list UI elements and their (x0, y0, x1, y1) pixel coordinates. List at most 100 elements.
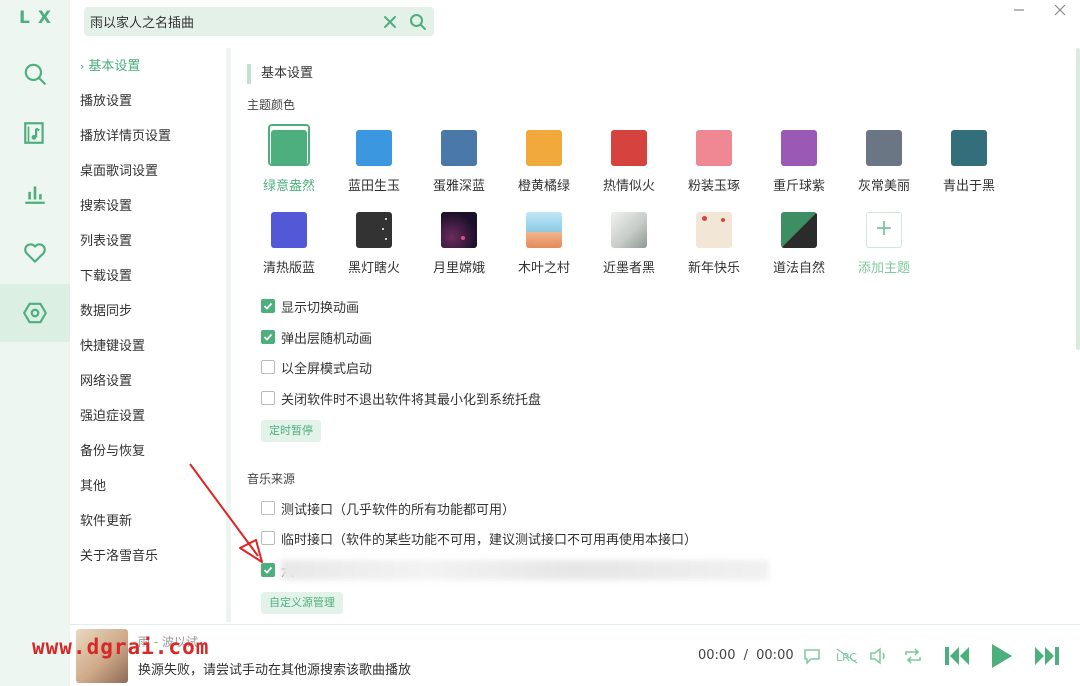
theme-name: 蓝田生玉 (347, 179, 400, 194)
skip-previous-icon (945, 647, 969, 665)
volume-button[interactable] (868, 646, 890, 666)
theme-name: 添加主题 (857, 261, 910, 276)
theme-grey[interactable]: 灰常美丽 (849, 130, 919, 194)
blurred-source-name (281, 560, 769, 580)
checkbox-checked[interactable] (261, 330, 275, 344)
checkbox[interactable] (261, 391, 275, 405)
total-time: 00:00 (756, 648, 794, 663)
close-icon[interactable] (1052, 2, 1068, 18)
nav-item-search[interactable]: 搜索设置 (80, 197, 132, 217)
minimize-icon[interactable] (1011, 2, 1027, 18)
theme-swatch (781, 130, 817, 166)
theme-swatch (611, 212, 647, 248)
theme-swatch (356, 212, 392, 248)
theme-purple[interactable]: 重斤球紫 (764, 130, 834, 194)
theme-moon[interactable]: 月里嫦娥 (424, 212, 494, 276)
theme-name: 月里嫦娥 (432, 261, 485, 276)
check-icon (263, 333, 273, 341)
lyric-button[interactable]: LRC (835, 647, 859, 665)
theme-red[interactable]: 热情似火 (594, 130, 664, 194)
nav-item-download[interactable]: 下载设置 (80, 267, 132, 287)
theme-dark[interactable]: 黑灯瞎火 (339, 212, 409, 276)
theme-swatch (866, 130, 902, 166)
option-fullscreen-start[interactable]: 以全屏模式启动 (261, 358, 372, 377)
theme-color-label: 主题颜色 (247, 98, 296, 112)
search-nav-button[interactable] (0, 45, 70, 103)
play-button[interactable] (987, 641, 1015, 671)
previous-button[interactable] (942, 643, 972, 669)
nav-item-other[interactable]: 其他 (80, 477, 106, 497)
chevron-right-icon: › (80, 60, 85, 73)
theme-swatch (441, 130, 477, 166)
song-list-nav-button[interactable] (0, 104, 70, 162)
theme-ink[interactable]: 近墨者黑 (594, 212, 664, 276)
next-button[interactable] (1032, 643, 1062, 669)
section-title: 基本设置 (247, 64, 313, 84)
source-temp-api[interactable]: 临时接口（软件的某些功能不可用，建议测试接口不可用再使用本接口） (261, 529, 698, 548)
theme-name: 橙黄橘绿 (517, 179, 570, 194)
source-label: 临时接口（软件的某些功能不可用，建议测试接口不可用再使用本接口） (281, 532, 698, 548)
nav-item-update[interactable]: 软件更新 (80, 512, 132, 532)
theme-new-year[interactable]: 新年快乐 (679, 212, 749, 276)
theme-deep-blue[interactable]: 蛋雅深蓝 (424, 130, 494, 194)
play-icon (992, 644, 1012, 668)
theme-swatch (611, 130, 647, 166)
theme-name: 近墨者黑 (602, 261, 655, 276)
add-theme-button[interactable]: + 添加主题 (849, 212, 919, 276)
favorites-nav-button[interactable] (0, 224, 70, 282)
player-status: 换源失败，请尝试手动在其他源搜索该歌曲播放 (138, 663, 412, 678)
search-icon[interactable] (408, 12, 428, 32)
nav-item-basic[interactable]: › 基本设置 (80, 57, 140, 77)
leaderboard-nav-button[interactable] (0, 164, 70, 222)
option-popup-animation[interactable]: 弹出层随机动画 (261, 328, 373, 347)
settings-nav-button[interactable] (0, 284, 70, 342)
icon-rail: LX (0, 0, 70, 686)
theme-pink[interactable]: 粉装玉琢 (679, 130, 749, 194)
nav-item-hotkey[interactable]: 快捷键设置 (80, 337, 145, 357)
theme-blue[interactable]: 蓝田生玉 (339, 130, 409, 194)
scrollbar[interactable] (1076, 48, 1080, 350)
theme-indigo[interactable]: 清热版蓝 (254, 212, 324, 276)
checkbox[interactable] (261, 360, 275, 374)
theme-name: 重斤球紫 (772, 179, 825, 194)
nav-item-odc[interactable]: 强迫症设置 (80, 407, 145, 427)
settings-content: 基本设置 主题颜色 绿意盎然 蓝田生玉 蛋雅深蓝 橙黄橘绿 热情似火 粉装玉琢 … (231, 48, 1080, 623)
svg-text:LRC: LRC (836, 651, 857, 664)
repeat-button[interactable] (902, 646, 924, 666)
option-minimize-to-tray[interactable]: 关闭软件时不退出软件将其最小化到系统托盘 (261, 389, 541, 408)
theme-name: 绿意盎然 (262, 179, 315, 194)
nav-item-backup[interactable]: 备份与恢复 (80, 442, 145, 462)
nav-item-desktop-lyric[interactable]: 桌面歌词设置 (80, 162, 158, 182)
option-switch-animation[interactable]: 显示切换动画 (261, 297, 359, 316)
theme-swatch (696, 130, 732, 166)
theme-nature[interactable]: 道法自然 (764, 212, 834, 276)
theme-name: 木叶之村 (517, 261, 570, 276)
theme-orange[interactable]: 橙黄橘绿 (509, 130, 579, 194)
option-label: 弹出层随机动画 (281, 331, 373, 347)
theme-swatch (271, 130, 307, 166)
clear-icon[interactable] (381, 13, 399, 31)
source-test-api[interactable]: 测试接口（几乎软件的所有功能都可用） (261, 499, 515, 518)
theme-swatch (951, 130, 987, 166)
check-icon (263, 302, 273, 310)
theme-swatch (441, 212, 477, 248)
nav-item-sync[interactable]: 数据同步 (80, 302, 132, 322)
comment-button[interactable] (802, 646, 822, 666)
search-icon (24, 63, 46, 85)
theme-konoha[interactable]: 木叶之村 (509, 212, 579, 276)
watermark: www.dgrai.com (32, 635, 210, 659)
nav-item-about[interactable]: 关于洛雪音乐 (80, 547, 158, 567)
timer-pause-button[interactable]: 定时暂停 (261, 420, 321, 442)
custom-source-button[interactable]: 自定义源管理 (261, 592, 343, 614)
nav-item-play-detail[interactable]: 播放详情页设置 (80, 127, 171, 147)
checkbox-checked[interactable] (261, 299, 275, 313)
theme-green[interactable]: 绿意盎然 (254, 124, 324, 194)
nav-item-list[interactable]: 列表设置 (80, 232, 132, 252)
theme-swatch (271, 212, 307, 248)
nav-item-play[interactable]: 播放设置 (80, 92, 132, 112)
theme-teal[interactable]: 青出于黑 (934, 130, 1004, 194)
time-separator: / (743, 648, 748, 663)
nav-item-network[interactable]: 网络设置 (80, 372, 132, 392)
search-input[interactable] (90, 7, 375, 36)
app-logo: LX (19, 8, 59, 28)
